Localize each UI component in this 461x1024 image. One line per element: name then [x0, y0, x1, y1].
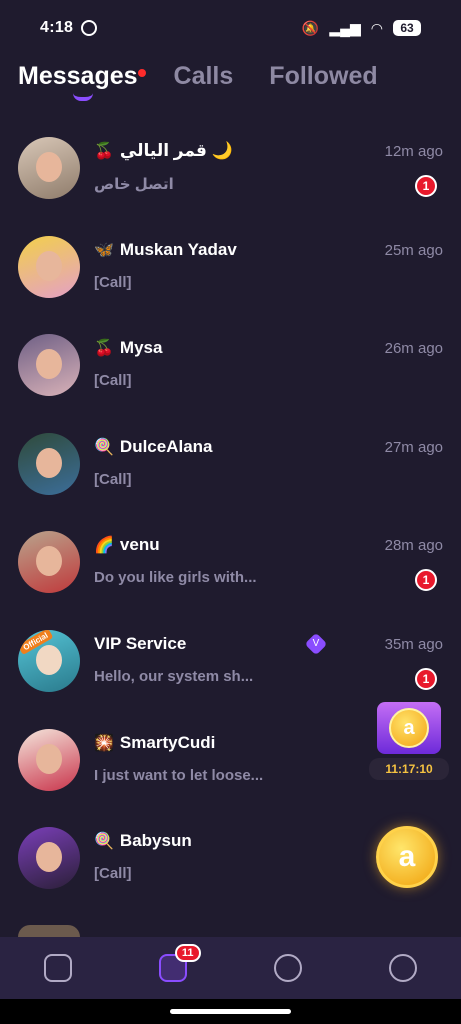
message-content: 🦋 Muskan Yadav [Call] 25m ago — [94, 236, 443, 298]
avatar-face — [36, 152, 62, 182]
avatar-face — [36, 250, 62, 281]
verified-mark: V — [312, 637, 320, 649]
message-preview: Hello, our system sh... — [94, 667, 254, 685]
butterfly-icon: 🦋 — [94, 241, 114, 259]
avatar-face — [36, 447, 62, 478]
tab-followed[interactable]: Followed — [269, 62, 377, 101]
promo-gift: a — [377, 702, 441, 754]
message-time: 25m ago — [384, 241, 443, 259]
promo-timer: 11:17:10 — [369, 758, 449, 780]
contact-name: Mysa — [119, 338, 163, 358]
avatar-face — [36, 842, 62, 873]
avatar-face — [36, 349, 62, 380]
unread-badge: 1 — [415, 667, 437, 690]
tab-label: Followed — [269, 62, 378, 90]
avatar[interactable] — [18, 531, 80, 594]
message-content: 🍒 Mysa [Call] 26m ago — [94, 334, 443, 396]
nav-discover[interactable] — [268, 948, 308, 988]
contact-name: Babysun — [119, 831, 192, 851]
message-preview: [Call] — [94, 273, 132, 291]
tab-label: Calls — [173, 62, 234, 90]
wifi-icon: ◠ — [370, 19, 383, 36]
avatar[interactable] — [18, 137, 80, 199]
avatar[interactable] — [18, 827, 80, 890]
nav-profile[interactable] — [383, 948, 423, 988]
top-tabs: Messages Calls Followed — [18, 62, 461, 110]
message-content: 🌈 venu Do you like girls with... 28m ago… — [94, 531, 443, 593]
contact-name: VIP Service — [94, 633, 187, 653]
avatar[interactable]: Official — [18, 629, 80, 692]
message-time: 27m ago — [384, 438, 443, 456]
lollipop-icon: 🍭 — [94, 438, 114, 456]
avatar[interactable] — [18, 334, 80, 397]
status-time: 4:18 — [40, 19, 74, 36]
message-row[interactable]: 🍒 Mysa [Call] 26m ago — [0, 317, 461, 416]
contact-name: قمر اليالي 🌙 — [119, 141, 233, 160]
messages-badge: 11 — [174, 944, 201, 962]
nav-home[interactable] — [38, 948, 78, 988]
tab-calls[interactable]: Calls — [174, 62, 234, 101]
unread-badge: 1 — [415, 569, 437, 592]
tab-messages[interactable]: Messages — [18, 62, 146, 101]
cherry-icon: 🍒 — [94, 340, 114, 358]
message-time: 26m ago — [384, 340, 443, 358]
unread-dot — [137, 69, 146, 77]
message-row[interactable]: Official VIP Service V Hello, our system… — [0, 613, 461, 712]
message-list: 🍒 قمر اليالي 🌙 اتصل خاص 12m ago 1 🦋 Musk… — [0, 120, 461, 909]
message-preview: [Call] — [94, 470, 132, 488]
promo-widget[interactable]: a 11:17:10 — [369, 702, 449, 780]
battery-icon: 63 — [393, 20, 421, 36]
message-preview: اتصل خاص — [94, 176, 174, 193]
message-row[interactable]: 🍒 قمر اليالي 🌙 اتصل خاص 12m ago 1 — [0, 120, 461, 219]
avatar[interactable] — [18, 728, 80, 791]
signal-icon: ▂▄▆ — [329, 19, 361, 36]
contact-name: venu — [119, 535, 160, 555]
active-tab-indicator — [73, 93, 93, 101]
message-time: 35m ago — [384, 635, 443, 653]
home-indicator[interactable] — [170, 1009, 291, 1014]
message-content: 🍭 DulceAlana [Call] 27m ago — [94, 433, 443, 495]
avatar-face — [36, 546, 62, 577]
fireworks-icon: 🎇 — [94, 734, 114, 752]
message-row[interactable]: 🍭 DulceAlana [Call] 27m ago — [0, 416, 461, 515]
cherry-icon: 🍒 — [94, 143, 114, 160]
rainbow-icon: 🌈 — [94, 537, 114, 555]
contact-name: SmartyCudi — [119, 732, 216, 752]
avatar-face — [36, 644, 62, 675]
coin-fab-button[interactable]: a — [376, 826, 438, 888]
coin-icon: a — [389, 708, 429, 748]
partial-avatar — [18, 925, 80, 937]
avatar-face — [36, 743, 62, 774]
unread-badge: 1 — [415, 175, 437, 197]
lollipop-icon: 🍭 — [94, 833, 114, 851]
message-row[interactable]: 🦋 Muskan Yadav [Call] 25m ago — [0, 219, 461, 318]
mute-icon: 🔕 — [301, 19, 320, 36]
bottom-nav: 11 — [0, 937, 461, 999]
whatsapp-icon — [81, 20, 98, 36]
message-time: 28m ago — [384, 537, 443, 555]
message-time: 12m ago — [384, 143, 443, 160]
profile-icon — [389, 954, 418, 982]
play-icon — [274, 954, 303, 982]
contact-name: DulceAlana — [119, 436, 213, 456]
verified-icon: V — [304, 632, 328, 656]
message-preview: [Call] — [94, 372, 132, 390]
tab-label: Messages — [18, 62, 138, 90]
avatar[interactable] — [18, 235, 80, 298]
nav-messages[interactable]: 11 — [153, 944, 201, 988]
status-icons: 🔕 ▂▄▆ ◠ 63 — [302, 20, 421, 37]
message-content: VIP Service V Hello, our system sh... 35… — [94, 630, 443, 692]
contact-name: Muskan Yadav — [119, 239, 237, 259]
message-preview: Do you like girls with... — [94, 569, 257, 587]
avatar[interactable] — [18, 432, 80, 495]
message-content: 🍒 قمر اليالي 🌙 اتصل خاص 12m ago 1 — [94, 137, 443, 199]
home-icon — [43, 954, 72, 982]
status-bar: 4:18 🔕 ▂▄▆ ◠ 63 — [0, 0, 461, 56]
message-row[interactable]: 🌈 venu Do you like girls with... 28m ago… — [0, 514, 461, 613]
